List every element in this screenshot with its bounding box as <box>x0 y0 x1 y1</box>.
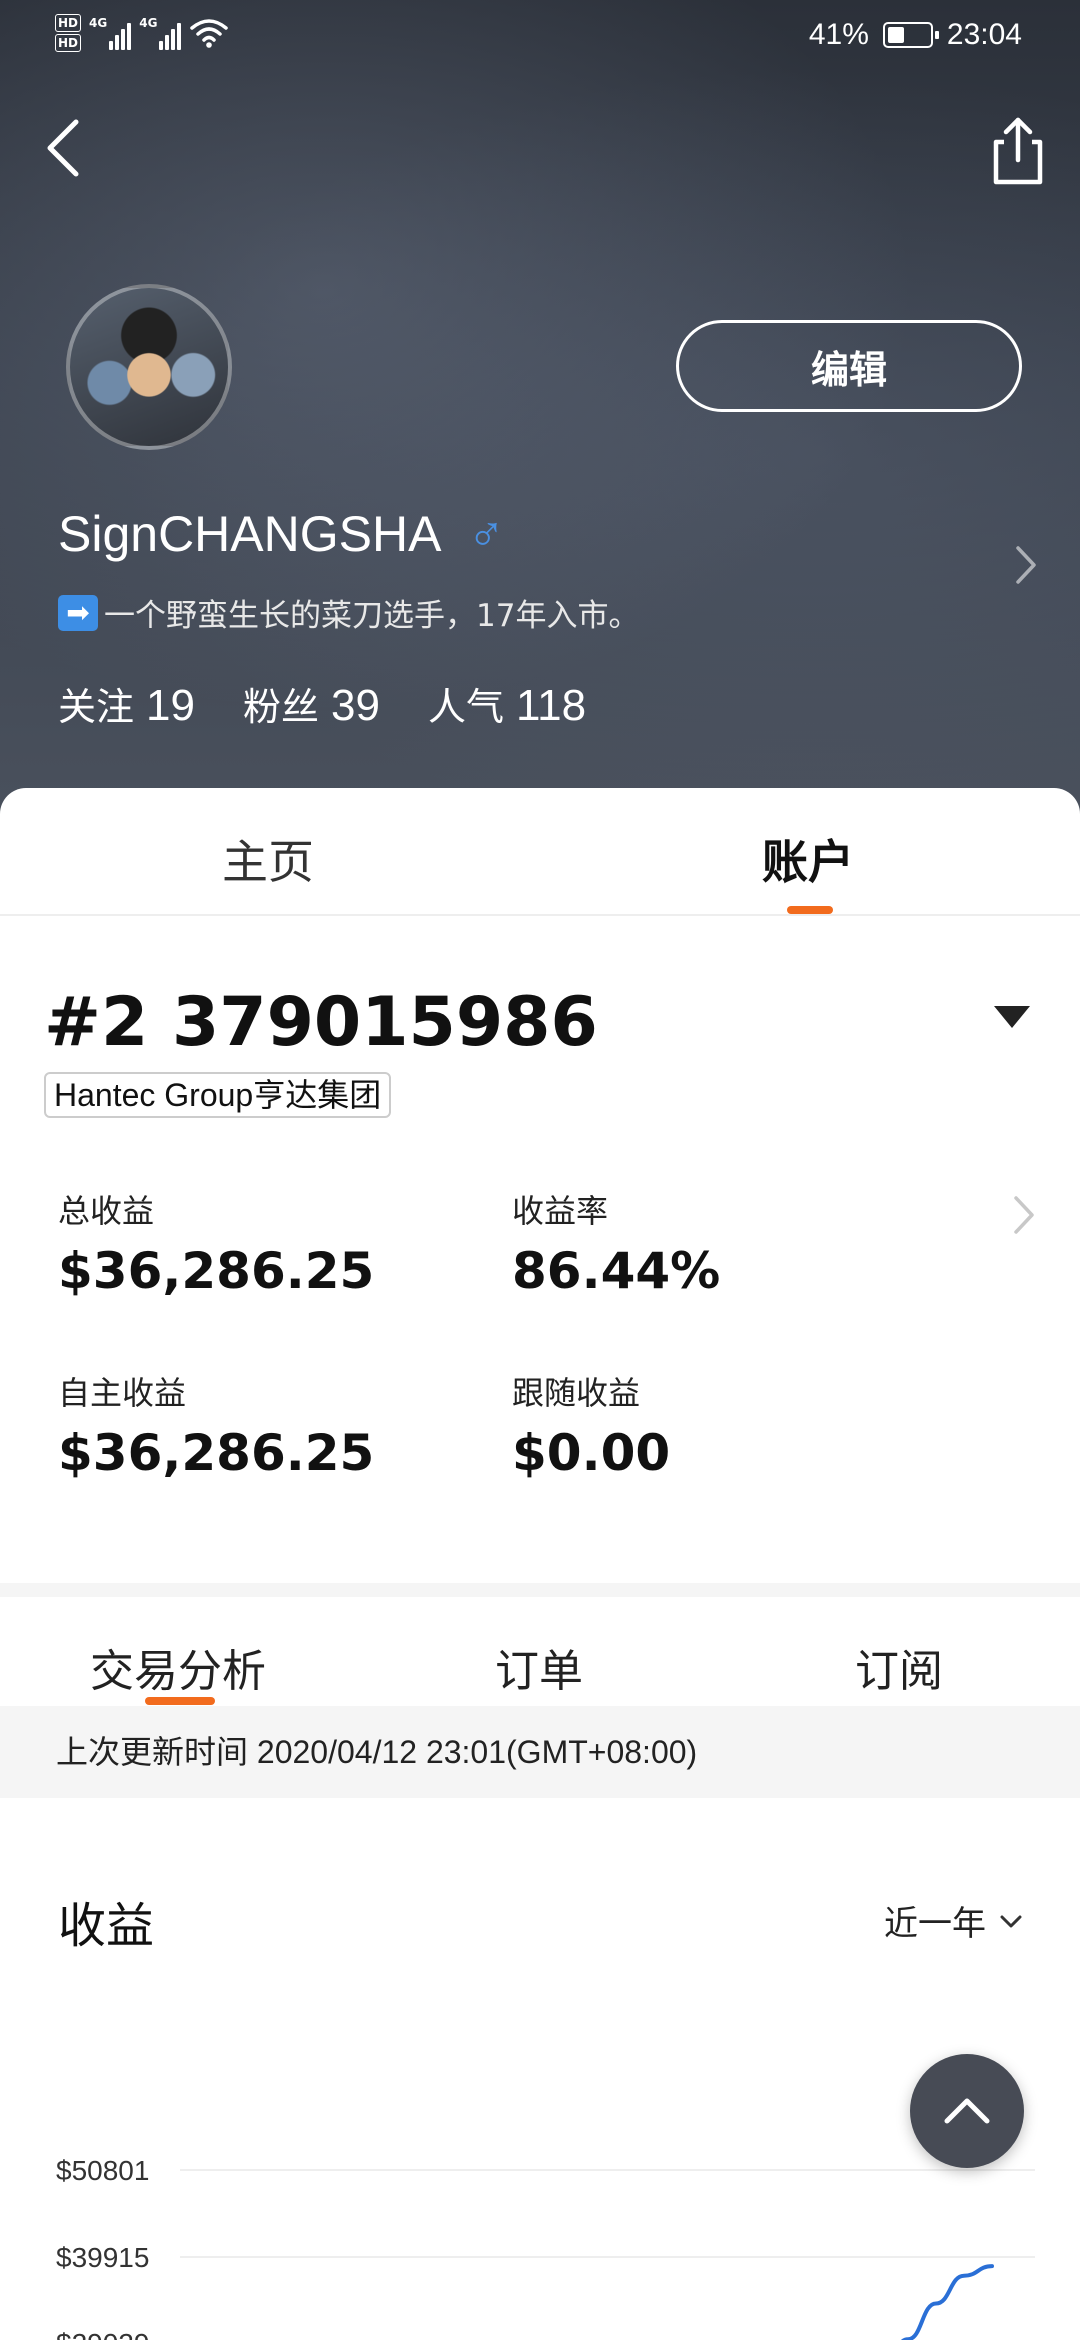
stat-value: 118 <box>515 681 587 730</box>
bio: ➡ 一个野蛮生长的菜刀选手，17年入市。 <box>58 590 639 635</box>
y-tick-label: $50801 <box>56 2155 149 2186</box>
metric-return-rate: 收益率 86.44% <box>512 1186 720 1300</box>
back-icon[interactable] <box>38 112 88 184</box>
analysis-tabs: 交易分析 订单 订阅 <box>0 1597 1080 1707</box>
tab-trade-analysis[interactable]: 交易分析 <box>90 1635 266 1699</box>
y-tick-label: $29029 <box>56 2328 149 2340</box>
chevron-right-icon[interactable] <box>1008 1190 1038 1240</box>
period-selector[interactable]: 近一年 <box>884 1896 1024 1945</box>
share-icon[interactable] <box>986 112 1050 190</box>
stat-popularity: 人气 118 <box>428 676 586 731</box>
y-tick-label: $39915 <box>56 2242 149 2273</box>
profile-stats: 关注 19 粉丝 39 人气 118 <box>58 676 586 731</box>
chart-title: 收益 <box>58 1898 155 1954</box>
battery-percent: 41% <box>808 18 869 51</box>
metric-own-profit: 自主收益 $36,286.25 <box>58 1368 374 1482</box>
metric-value: $36,286.25 <box>58 1242 375 1300</box>
active-tab-indicator <box>787 906 833 914</box>
stat-value: 39 <box>330 681 380 730</box>
broker-tag: Hantec Group亨达集团 <box>44 1072 392 1118</box>
metric-value: $36,286.25 <box>58 1424 375 1482</box>
dropdown-triangle-icon[interactable] <box>994 1006 1030 1028</box>
chevron-right-icon[interactable] <box>1010 540 1040 590</box>
arrow-right-emoji-icon: ➡ <box>58 594 98 631</box>
stat-label: 粉丝 <box>242 685 319 729</box>
status-right: 41% 23:04 <box>809 18 1022 52</box>
tab-home[interactable]: 主页 <box>222 826 314 892</box>
tab-subscriptions[interactable]: 订阅 <box>855 1635 943 1699</box>
network-type: 4G <box>139 16 158 30</box>
stat-label: 人气 <box>427 685 504 729</box>
network-type: 4G <box>89 16 108 30</box>
hd-badge: HD <box>55 34 82 52</box>
chevron-up-icon <box>944 2098 990 2124</box>
username: SignCHANGSHA <box>58 506 442 562</box>
main-tabs: 主页 账户 <box>0 788 1080 916</box>
signal-icon: 4G <box>139 16 182 50</box>
account-number: #2 379015986 <box>44 983 598 1062</box>
username-row: SignCHANGSHA ♂ <box>58 505 505 563</box>
stat-label: 关注 <box>58 685 135 729</box>
battery-icon <box>882 22 939 48</box>
metric-value: 86.44% <box>512 1242 721 1300</box>
bio-text: 一个野蛮生长的菜刀选手，17年入市。 <box>104 598 640 634</box>
metric-label: 跟随收益 <box>512 1374 641 1412</box>
metric-value: $0.00 <box>512 1424 671 1482</box>
profit-chart: $50801 $39915 $29029 <box>56 2155 1035 2340</box>
hd-badge: HD <box>55 14 82 32</box>
metric-follow-profit: 跟随收益 $0.00 <box>512 1368 670 1482</box>
stat-value: 19 <box>146 681 195 730</box>
profile-header: HD HD 4G 4G 41% 23:04 编辑 SignCHANGSHA ♂ … <box>0 0 1080 830</box>
period-label: 近一年 <box>884 1904 986 1944</box>
edit-profile-button[interactable]: 编辑 <box>676 320 1022 412</box>
male-gender-icon: ♂ <box>467 506 505 562</box>
tab-account[interactable]: 账户 <box>762 826 854 892</box>
stat-following[interactable]: 关注 19 <box>58 676 195 731</box>
metric-label: 收益率 <box>512 1192 609 1230</box>
clock: 23:04 <box>946 18 1022 51</box>
metric-total-profit: 总收益 $36,286.25 <box>58 1186 374 1300</box>
metric-label: 总收益 <box>58 1192 155 1230</box>
wifi-icon <box>190 19 229 48</box>
chevron-down-icon <box>1000 1915 1022 1927</box>
last-update-text: 上次更新时间 2020/04/12 23:01(GMT+08:00) <box>0 1706 1080 1798</box>
status-left: HD HD 4G 4G <box>55 14 229 52</box>
signal-icon: 4G <box>89 16 132 50</box>
metric-label: 自主收益 <box>58 1374 187 1412</box>
active-subtab-indicator <box>145 1697 215 1705</box>
avatar[interactable] <box>66 284 232 450</box>
scroll-to-top-button[interactable] <box>910 2054 1024 2168</box>
hd-indicators: HD HD <box>55 14 82 52</box>
section-divider <box>0 1583 1080 1597</box>
stat-followers[interactable]: 粉丝 39 <box>243 676 380 731</box>
status-bar: HD HD 4G 4G 41% 23:04 <box>0 0 1080 72</box>
profit-series-line <box>901 2264 994 2340</box>
tab-orders[interactable]: 订单 <box>495 1635 583 1699</box>
